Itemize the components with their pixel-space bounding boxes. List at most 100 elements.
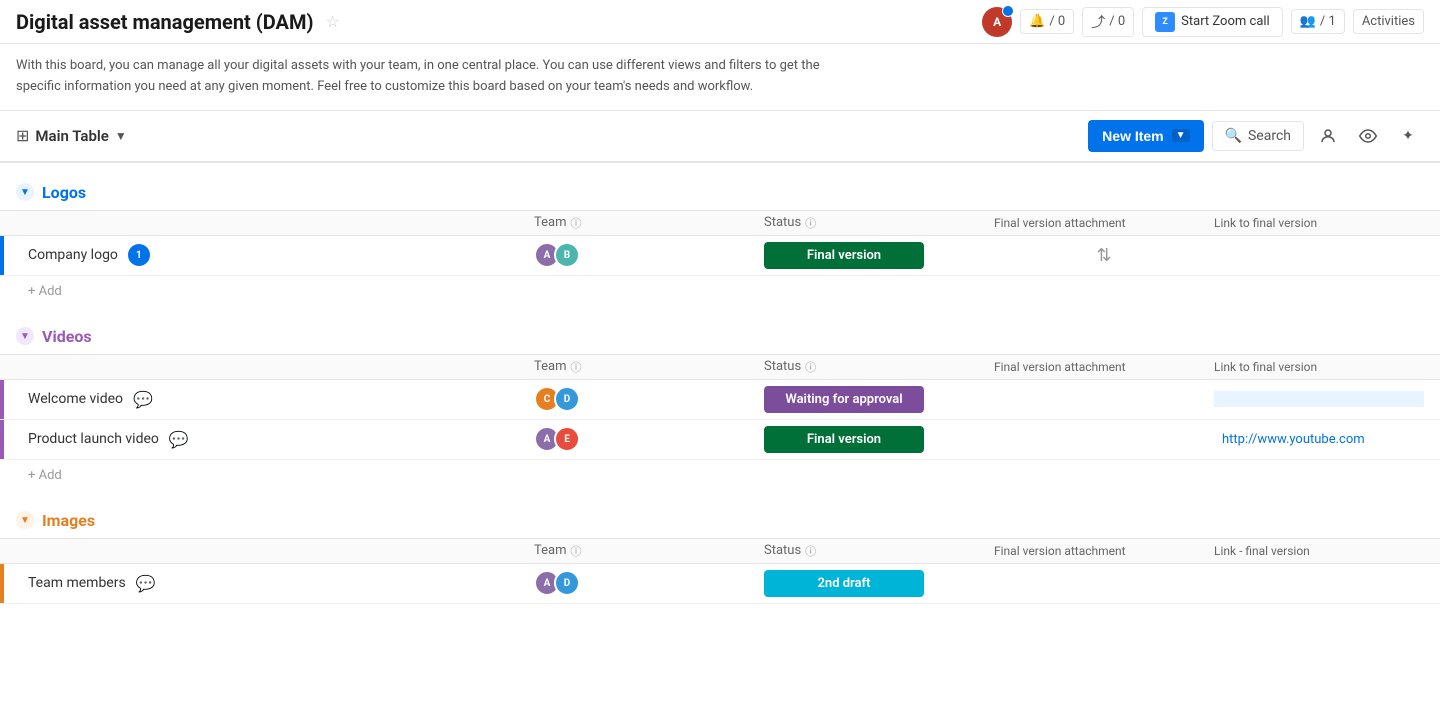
videos-section-header: ▼ Videos [0, 327, 1440, 354]
user-avatar: A [982, 7, 1012, 37]
logos-row-team: A B [534, 242, 734, 268]
videos-row-product-launch: Product launch video 💬 A E Final version… [0, 420, 1440, 460]
images-row-comment-icon[interactable]: 💬 [136, 574, 156, 593]
images-row-accent [0, 564, 4, 603]
images-status-badge[interactable]: 2nd draft [764, 570, 924, 597]
videos-toggle-icon[interactable]: ▼ [16, 327, 34, 345]
new-item-btn[interactable]: New Item ▼ [1088, 120, 1203, 152]
logos-title[interactable]: Logos [42, 183, 86, 202]
people-btn[interactable]: 👥 / 1 [1291, 9, 1345, 34]
videos-welcome-status-badge[interactable]: Waiting for approval [764, 386, 924, 413]
logos-col-link: Link to final version [1214, 216, 1424, 230]
logos-update-badge[interactable]: 1 [128, 244, 150, 266]
logos-section-header: ▼ Logos [0, 183, 1440, 210]
images-row-team-members-team: A D [534, 570, 734, 596]
logos-row-name-cell: Company logo 1 [16, 244, 534, 266]
logos-row-status-cell[interactable]: Final version [764, 242, 964, 269]
arrow-up-icon: ⤴ [1091, 12, 1105, 32]
description-text: With this board, you can manage all your… [16, 56, 836, 98]
zoom-icon: Z [1155, 12, 1175, 32]
board-description: With this board, you can manage all your… [0, 44, 1440, 111]
main-table-label[interactable]: Main Table [35, 127, 108, 145]
videos-row-product-link: http://www.youtube.com [1214, 432, 1424, 447]
images-toggle-icon[interactable]: ▼ [16, 511, 34, 529]
videos-row-accent-1 [0, 380, 4, 419]
videos-row-welcome-status-cell[interactable]: Waiting for approval [764, 386, 964, 413]
videos-row-welcome-name: Welcome video [28, 391, 123, 407]
board-title-area: Digital asset management (DAM) ☆ [16, 10, 340, 34]
logos-col-status: Status ⓘ [764, 215, 964, 231]
videos-row-welcome-comment-icon[interactable]: 💬 [133, 390, 153, 409]
logos-status-badge[interactable]: Final version [764, 242, 924, 269]
logos-attachment-cell[interactable]: ⇅ [994, 245, 1214, 266]
main-table-dropdown-icon[interactable]: ▼ [115, 129, 127, 143]
updates-count: / 0 [1109, 14, 1125, 29]
toolbar-left: ⊞ Main Table ▼ [16, 126, 127, 145]
videos-add-row[interactable]: + Add [0, 460, 1440, 491]
videos-row-welcome-team: C D [534, 386, 734, 412]
star-icon[interactable]: ☆ [326, 12, 340, 31]
images-section-header: ▼ Images [0, 511, 1440, 538]
logos-section: ▼ Logos Team ⓘ Status ⓘ Final version at… [0, 183, 1440, 307]
images-section: ▼ Images Team ⓘ Status ⓘ Final version a… [0, 511, 1440, 604]
images-status-info-icon: ⓘ [805, 543, 816, 559]
avatar-area: A [982, 7, 1012, 37]
zoom-label: Start Zoom call [1181, 14, 1270, 29]
pin-icon-btn[interactable]: ✦ [1392, 120, 1424, 152]
search-label: Search [1248, 128, 1291, 144]
logos-attachment-icon[interactable]: ⇅ [1096, 245, 1111, 266]
images-col-team: Team ⓘ [534, 543, 734, 559]
toolbar: ⊞ Main Table ▼ New Item ▼ 🔍 Search ✦ [0, 111, 1440, 163]
videos-col-link: Link to final version [1214, 360, 1424, 374]
activities-label: Activities [1362, 14, 1415, 29]
search-btn[interactable]: 🔍 Search [1212, 121, 1304, 151]
table-grid-icon: ⊞ [16, 126, 29, 145]
videos-table-header: Team ⓘ Status ⓘ Final version attachment… [0, 354, 1440, 380]
logos-row-name: Company logo [28, 247, 118, 263]
videos-product-status-badge[interactable]: Final version [764, 426, 924, 453]
images-table-header: Team ⓘ Status ⓘ Final version attachment… [0, 538, 1440, 564]
activities-btn[interactable]: Activities [1353, 9, 1424, 34]
updates-btn[interactable]: ⤴ / 0 [1082, 7, 1134, 37]
videos-row-welcome-name-cell: Welcome video 💬 [16, 390, 534, 409]
images-col-attachment: Final version attachment [994, 544, 1214, 558]
videos-row-product-status-cell[interactable]: Final version [764, 426, 964, 453]
new-item-label: New Item [1102, 128, 1163, 144]
people-count: / 1 [1320, 14, 1336, 29]
videos-welcome-avatar-2: D [554, 386, 580, 412]
videos-row-product-team: A E [534, 426, 734, 452]
images-col-status: Status ⓘ [764, 543, 964, 559]
logos-add-row[interactable]: + Add [0, 276, 1440, 307]
logos-status-info-icon: ⓘ [805, 215, 816, 231]
videos-team-info-icon: ⓘ [571, 359, 582, 375]
logos-toggle-icon[interactable]: ▼ [16, 183, 34, 201]
person-icon-btn[interactable] [1312, 120, 1344, 152]
logos-row-company-logo: Company logo 1 A B Final version ⇅ [0, 236, 1440, 276]
images-col-link: Link - final version [1214, 544, 1424, 558]
logos-avatar-2: B [554, 242, 580, 268]
videos-row-welcome-link [1214, 391, 1424, 407]
search-icon: 🔍 [1225, 128, 1242, 144]
new-item-dropdown-icon: ▼ [1172, 129, 1190, 142]
logos-col-attachment: Final version attachment [994, 216, 1214, 230]
avatar-badge [1002, 5, 1014, 17]
images-title[interactable]: Images [42, 511, 95, 530]
images-avatar-2: D [554, 570, 580, 596]
videos-row-product-name-cell: Product launch video 💬 [16, 430, 534, 449]
logos-col-team: Team ⓘ [534, 215, 734, 231]
notifications-btn[interactable]: 🔔 / 0 [1020, 9, 1074, 34]
top-bar: Digital asset management (DAM) ☆ A 🔔 / 0… [0, 0, 1440, 44]
videos-title[interactable]: Videos [42, 327, 92, 346]
toolbar-right: New Item ▼ 🔍 Search ✦ [1088, 120, 1424, 152]
images-team-info-icon: ⓘ [571, 543, 582, 559]
videos-row-product-comment-icon[interactable]: 💬 [169, 430, 189, 449]
eye-icon-btn[interactable] [1352, 120, 1384, 152]
zoom-btn[interactable]: Z Start Zoom call [1142, 7, 1283, 37]
videos-product-avatar-2: E [554, 426, 580, 452]
videos-col-attachment: Final version attachment [994, 360, 1214, 374]
videos-product-link[interactable]: http://www.youtube.com [1222, 432, 1365, 447]
videos-status-info-icon: ⓘ [805, 359, 816, 375]
images-row-status-cell[interactable]: 2nd draft [764, 570, 964, 597]
top-bar-actions: A 🔔 / 0 ⤴ / 0 Z Start Zoom call 👥 / 1 [982, 7, 1424, 37]
logos-table-header: Team ⓘ Status ⓘ Final version attachment… [0, 210, 1440, 236]
